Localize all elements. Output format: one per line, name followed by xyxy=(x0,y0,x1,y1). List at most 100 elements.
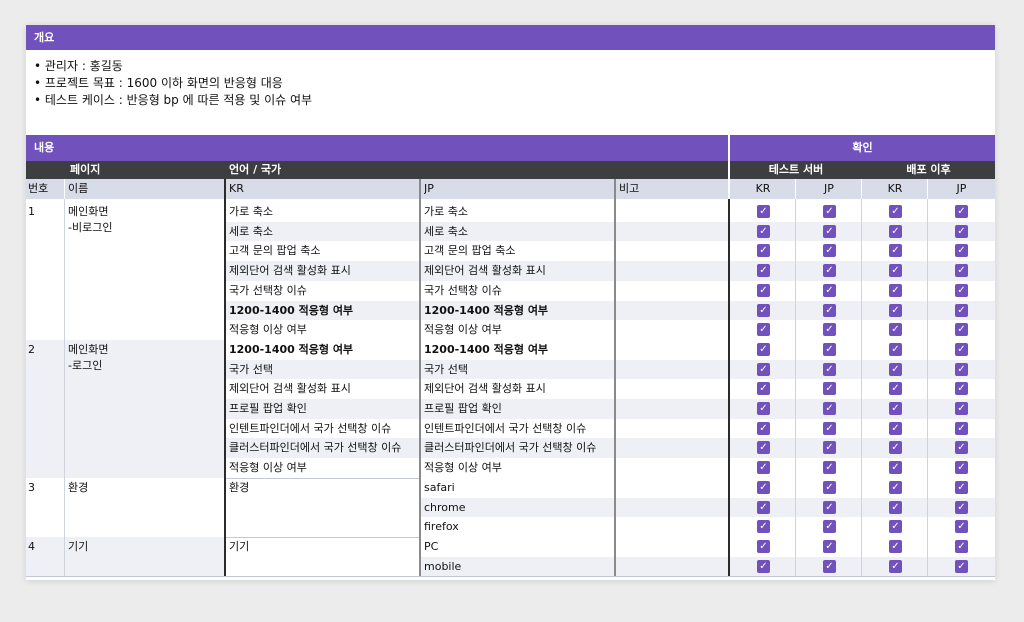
checkbox-checked[interactable]: ✓ xyxy=(955,500,968,514)
checkbox-checked[interactable]: ✓ xyxy=(955,323,968,337)
checkbox-checked[interactable]: ✓ xyxy=(823,303,836,317)
checkbox-checked[interactable]: ✓ xyxy=(889,539,902,553)
kr-merged-cell[interactable]: 기기 xyxy=(229,537,419,557)
checkbox-checked[interactable]: ✓ xyxy=(955,402,968,415)
checkbox-checked[interactable]: ✓ xyxy=(955,520,968,534)
checkbox-checked[interactable]: ✓ xyxy=(955,342,968,356)
checkbox-checked[interactable]: ✓ xyxy=(757,461,770,475)
overview-body[interactable]: • 관리자 : 홍길동 • 프로젝트 목표 : 1600 이하 화면의 반응형 … xyxy=(26,50,995,137)
checkbox-checked[interactable]: ✓ xyxy=(757,342,770,356)
kr-cell[interactable]: 적응형 이상 여부 xyxy=(229,458,419,478)
group-name[interactable]: -로그인 xyxy=(68,356,218,376)
checkbox-checked[interactable]: ✓ xyxy=(823,244,836,258)
checkbox-checked[interactable]: ✓ xyxy=(757,244,770,258)
checkbox-checked[interactable]: ✓ xyxy=(889,244,902,258)
checkbox-checked[interactable]: ✓ xyxy=(823,539,836,553)
checkbox-checked[interactable]: ✓ xyxy=(889,441,902,455)
note-cell[interactable] xyxy=(619,458,724,478)
kr-cell[interactable]: 프로필 팝업 확인 xyxy=(229,399,419,419)
checkbox-checked[interactable]: ✓ xyxy=(823,283,836,297)
note-cell[interactable] xyxy=(619,202,724,222)
jp-cell[interactable]: mobile xyxy=(424,557,614,577)
checkbox-checked[interactable]: ✓ xyxy=(955,244,968,258)
checkbox-checked[interactable]: ✓ xyxy=(889,283,902,297)
jp-cell[interactable]: PC xyxy=(424,537,614,557)
checkbox-checked[interactable]: ✓ xyxy=(889,461,902,475)
kr-cell[interactable]: 제외단어 검색 활성화 표시 xyxy=(229,261,419,281)
checkbox-checked[interactable]: ✓ xyxy=(889,402,902,415)
kr-cell[interactable]: 세로 축소 xyxy=(229,222,419,242)
checkbox-checked[interactable]: ✓ xyxy=(889,264,902,278)
checkbox-checked[interactable]: ✓ xyxy=(757,323,770,337)
group-number[interactable]: 1 xyxy=(28,202,64,222)
checkbox-checked[interactable]: ✓ xyxy=(823,500,836,514)
checkbox-checked[interactable]: ✓ xyxy=(757,402,770,415)
checkbox-checked[interactable]: ✓ xyxy=(955,382,968,396)
checkbox-checked[interactable]: ✓ xyxy=(757,500,770,514)
checkbox-checked[interactable]: ✓ xyxy=(889,205,902,218)
checkbox-checked[interactable]: ✓ xyxy=(823,480,836,494)
checkbox-checked[interactable]: ✓ xyxy=(757,303,770,317)
checkbox-checked[interactable]: ✓ xyxy=(757,480,770,494)
note-cell[interactable] xyxy=(619,438,724,458)
checkbox-checked[interactable]: ✓ xyxy=(889,421,902,435)
checkbox-checked[interactable]: ✓ xyxy=(955,283,968,297)
checkbox-checked[interactable]: ✓ xyxy=(757,539,770,553)
checkbox-checked[interactable]: ✓ xyxy=(823,342,836,356)
checkbox-checked[interactable]: ✓ xyxy=(757,224,770,238)
kr-cell[interactable]: 고객 문의 팝업 축소 xyxy=(229,241,419,261)
checkbox-checked[interactable]: ✓ xyxy=(823,402,836,415)
checkbox-checked[interactable]: ✓ xyxy=(823,461,836,475)
kr-cell[interactable]: 국가 선택창 이슈 xyxy=(229,281,419,301)
checkbox-checked[interactable]: ✓ xyxy=(757,520,770,534)
checkbox-checked[interactable]: ✓ xyxy=(757,382,770,396)
checkbox-checked[interactable]: ✓ xyxy=(955,441,968,455)
checkbox-checked[interactable]: ✓ xyxy=(889,480,902,494)
checkbox-checked[interactable]: ✓ xyxy=(823,362,836,376)
checkbox-checked[interactable]: ✓ xyxy=(823,323,836,337)
checkbox-checked[interactable]: ✓ xyxy=(955,362,968,376)
checkbox-checked[interactable]: ✓ xyxy=(757,441,770,455)
jp-cell[interactable]: 제외단어 검색 활성화 표시 xyxy=(424,261,614,281)
checkbox-checked[interactable]: ✓ xyxy=(757,283,770,297)
jp-cell[interactable]: 국가 선택 xyxy=(424,360,614,380)
jp-cell[interactable]: 적응형 이상 여부 xyxy=(424,320,614,340)
jp-cell[interactable]: chrome xyxy=(424,498,614,518)
checkbox-checked[interactable]: ✓ xyxy=(757,205,770,218)
note-cell[interactable] xyxy=(619,340,724,360)
checkbox-checked[interactable]: ✓ xyxy=(823,520,836,534)
checkbox-checked[interactable]: ✓ xyxy=(757,559,770,573)
note-cell[interactable] xyxy=(619,222,724,242)
note-cell[interactable] xyxy=(619,478,724,498)
jp-cell[interactable]: 프로필 팝업 확인 xyxy=(424,399,614,419)
checkbox-checked[interactable]: ✓ xyxy=(757,362,770,376)
checkbox-checked[interactable]: ✓ xyxy=(823,224,836,238)
checkbox-checked[interactable]: ✓ xyxy=(889,303,902,317)
kr-merged-cell[interactable]: 환경 xyxy=(229,478,419,498)
note-cell[interactable] xyxy=(619,557,724,577)
kr-cell[interactable]: 1200-1400 적응형 여부 xyxy=(229,301,419,321)
note-cell[interactable] xyxy=(619,241,724,261)
jp-cell[interactable]: 고객 문의 팝업 축소 xyxy=(424,241,614,261)
note-cell[interactable] xyxy=(619,301,724,321)
note-cell[interactable] xyxy=(619,399,724,419)
note-cell[interactable] xyxy=(619,379,724,399)
note-cell[interactable] xyxy=(619,261,724,281)
note-cell[interactable] xyxy=(619,498,724,518)
checkbox-checked[interactable]: ✓ xyxy=(823,382,836,396)
checkbox-checked[interactable]: ✓ xyxy=(955,559,968,573)
jp-cell[interactable]: firefox xyxy=(424,517,614,537)
checkbox-checked[interactable]: ✓ xyxy=(823,205,836,218)
jp-cell[interactable]: 클러스터파인더에서 국가 선택창 이슈 xyxy=(424,438,614,458)
jp-cell[interactable]: 인텐트파인더에서 국가 선택창 이슈 xyxy=(424,419,614,439)
checkbox-checked[interactable]: ✓ xyxy=(889,559,902,573)
jp-cell[interactable]: 국가 선택창 이슈 xyxy=(424,281,614,301)
checkbox-checked[interactable]: ✓ xyxy=(823,559,836,573)
checkbox-checked[interactable]: ✓ xyxy=(889,382,902,396)
checkbox-checked[interactable]: ✓ xyxy=(889,342,902,356)
checkbox-checked[interactable]: ✓ xyxy=(955,264,968,278)
note-cell[interactable] xyxy=(619,537,724,557)
group-number[interactable]: 2 xyxy=(28,340,64,360)
note-cell[interactable] xyxy=(619,320,724,340)
checkbox-checked[interactable]: ✓ xyxy=(757,421,770,435)
